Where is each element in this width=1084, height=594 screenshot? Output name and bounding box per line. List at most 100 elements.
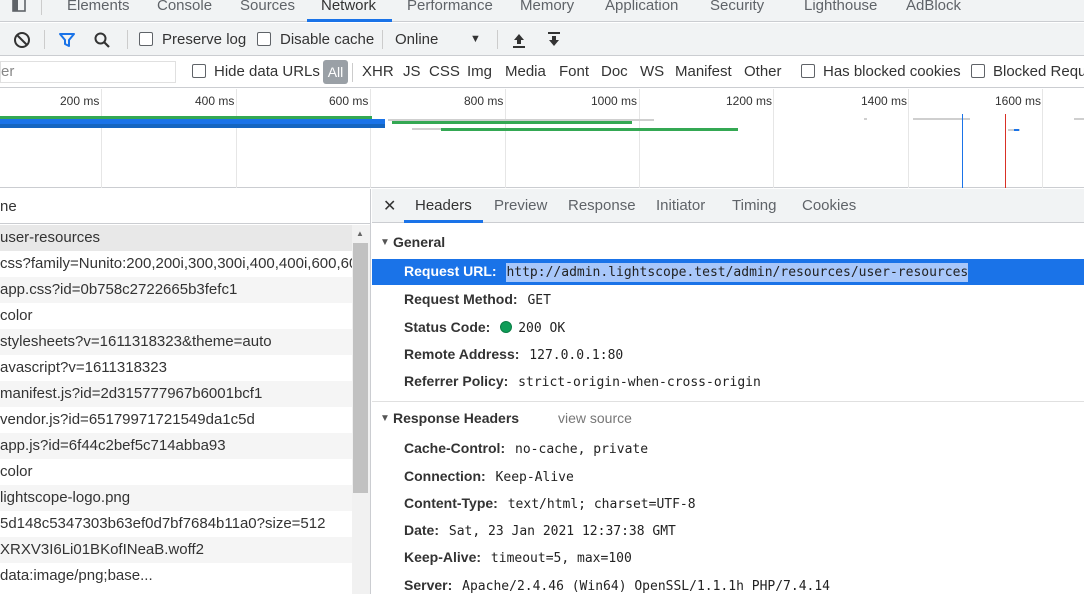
hide-data-urls-checkbox[interactable] [192, 64, 206, 78]
request-row[interactable]: app.js?id=6f44c2bef5c714abba93 [0, 433, 352, 459]
request-row[interactable]: app.css?id=0b758c2722665b3fefc1 [0, 277, 352, 303]
timeline-tick-label: 200 ms [60, 94, 100, 108]
filter-bar: er Hide data URLs All XHR JS CSS Img Med… [0, 57, 1084, 88]
referrer-policy-row: Referrer Policy: strict-origin-when-cros… [404, 373, 761, 390]
has-blocked-cookies-label: Has blocked cookies [823, 63, 961, 80]
chevron-down-icon[interactable]: ▼ [470, 33, 481, 45]
request-row[interactable]: 5d148c5347303b63ef0d7bf7684b11a0?size=51… [0, 511, 352, 537]
tab-initiator[interactable]: Initiator [656, 197, 705, 214]
throttling-select[interactable]: Online [395, 31, 438, 48]
preserve-log-label: Preserve log [162, 31, 247, 48]
tab-headers[interactable]: Headers [415, 197, 472, 214]
header-key: Server: [404, 577, 453, 593]
request-row[interactable]: avascript?v=1611318323 [0, 355, 352, 381]
timeline-bar-request [441, 128, 738, 131]
request-row[interactable]: css?family=Nunito:200,200i,300,300i,400,… [0, 251, 352, 277]
timeline-overview[interactable]: 200 ms 400 ms 600 ms 800 ms 1000 ms 1200… [0, 89, 1084, 188]
filter-doc[interactable]: Doc [601, 63, 628, 80]
tab-cookies[interactable]: Cookies [802, 197, 856, 214]
status-code-row: Status Code: 200 OK [404, 319, 565, 336]
expand-triangle-icon[interactable]: ▼ [380, 413, 390, 424]
device-toolbar-icon[interactable] [10, 0, 28, 14]
timeline-tick-label: 400 ms [195, 94, 235, 108]
tab-memory[interactable]: Memory [520, 0, 574, 14]
timeline-gridline [908, 89, 909, 188]
request-row[interactable]: user-resources [0, 225, 352, 251]
tab-separator [41, 0, 42, 15]
expand-triangle-icon[interactable]: ▼ [380, 237, 390, 248]
filter-js[interactable]: JS [403, 63, 421, 80]
tab-lighthouse[interactable]: Lighthouse [804, 0, 877, 14]
view-source-link[interactable]: view source [558, 410, 632, 426]
clear-icon[interactable] [13, 31, 31, 49]
header-key: Status Code: [404, 319, 491, 335]
tab-network[interactable]: Network [321, 0, 376, 14]
tab-timing[interactable]: Timing [732, 197, 776, 214]
filter-img[interactable]: Img [467, 63, 492, 80]
timeline-bar-download [1014, 129, 1019, 131]
request-row[interactable]: lightscope-logo.png [0, 485, 352, 511]
tab-elements[interactable]: Elements [67, 0, 130, 14]
tab-response[interactable]: Response [568, 197, 636, 214]
request-row[interactable]: color [0, 459, 352, 485]
request-row[interactable]: data:image/png;base... [0, 563, 352, 589]
tab-application[interactable]: Application [605, 0, 678, 14]
header-value: 127.0.0.1:80 [529, 348, 624, 363]
request-row[interactable]: color [0, 303, 352, 329]
header-key: Connection: [404, 468, 486, 484]
tab-performance[interactable]: Performance [407, 0, 493, 14]
filter-xhr[interactable]: XHR [362, 63, 394, 80]
filter-icon[interactable] [58, 31, 76, 49]
search-icon[interactable] [93, 31, 111, 49]
filter-separator [352, 63, 353, 82]
filter-css[interactable]: CSS [429, 63, 460, 80]
close-icon[interactable]: ✕ [383, 196, 396, 216]
tab-adblock[interactable]: AdBlock [906, 0, 961, 14]
active-tab-indicator [307, 19, 392, 22]
general-section-title[interactable]: General [393, 234, 445, 250]
status-ok-icon [500, 321, 513, 333]
tab-sources[interactable]: Sources [240, 0, 295, 14]
disable-cache-checkbox[interactable] [257, 32, 271, 46]
devtools-tab-strip: Elements Console Sources Network Perform… [0, 0, 1084, 22]
toolbar-separator [382, 30, 383, 49]
remote-address-row: Remote Address: 127.0.0.1:80 [404, 346, 623, 363]
filter-media[interactable]: Media [505, 63, 546, 80]
timeline-gridline [236, 89, 237, 188]
request-row[interactable]: stylesheets?v=1611318323&theme=auto [0, 329, 352, 355]
request-url-row[interactable]: Request URL: http://admin.lightscope.tes… [372, 259, 1084, 285]
timeline-tick-label: 1200 ms [726, 94, 773, 108]
tab-preview[interactable]: Preview [494, 197, 547, 214]
header-key: Referrer Policy: [404, 373, 509, 389]
header-key: Remote Address: [404, 346, 520, 362]
header-value: timeout=5, max=100 [490, 551, 632, 566]
request-row[interactable]: manifest.js?id=2d315777967b6001bcf1 [0, 381, 352, 407]
hide-data-urls-label: Hide data URLs [214, 63, 320, 80]
filter-all-button[interactable]: All [323, 60, 348, 84]
blocked-requests-checkbox[interactable] [971, 64, 985, 78]
request-method-row: Request Method: GET [404, 291, 551, 308]
column-name-header[interactable]: ne [0, 189, 370, 224]
scroll-up-arrow-icon[interactable]: ▲ [356, 229, 364, 238]
header-value: Apache/2.4.46 (Win64) OpenSSL/1.1.1h PHP… [462, 579, 831, 594]
response-header-row: Content-Type: text/html; charset=UTF-8 [404, 495, 696, 512]
timeline-tick-label: 1600 ms [995, 94, 1042, 108]
has-blocked-cookies-checkbox[interactable] [801, 64, 815, 78]
header-key: Request Method: [404, 291, 518, 307]
filter-ws[interactable]: WS [640, 63, 664, 80]
request-row[interactable]: XRXV3I6Li01BKofINeaB.woff2 [0, 537, 352, 563]
filter-other[interactable]: Other [744, 63, 782, 80]
tab-security[interactable]: Security [710, 0, 764, 14]
export-har-icon[interactable] [545, 31, 563, 49]
response-headers-section-title[interactable]: Response Headers [393, 410, 519, 426]
header-key: Cache-Control: [404, 440, 506, 456]
tab-console[interactable]: Console [157, 0, 212, 14]
filter-font[interactable]: Font [559, 63, 589, 80]
filter-input[interactable]: er [0, 61, 176, 83]
import-har-icon[interactable] [510, 31, 528, 49]
header-value: text/html; charset=UTF-8 [507, 497, 696, 512]
request-row[interactable]: vendor.js?id=65179971721549da1c5d [0, 407, 352, 433]
scrollbar-thumb[interactable] [353, 243, 368, 493]
preserve-log-checkbox[interactable] [139, 32, 153, 46]
filter-manifest[interactable]: Manifest [675, 63, 732, 80]
